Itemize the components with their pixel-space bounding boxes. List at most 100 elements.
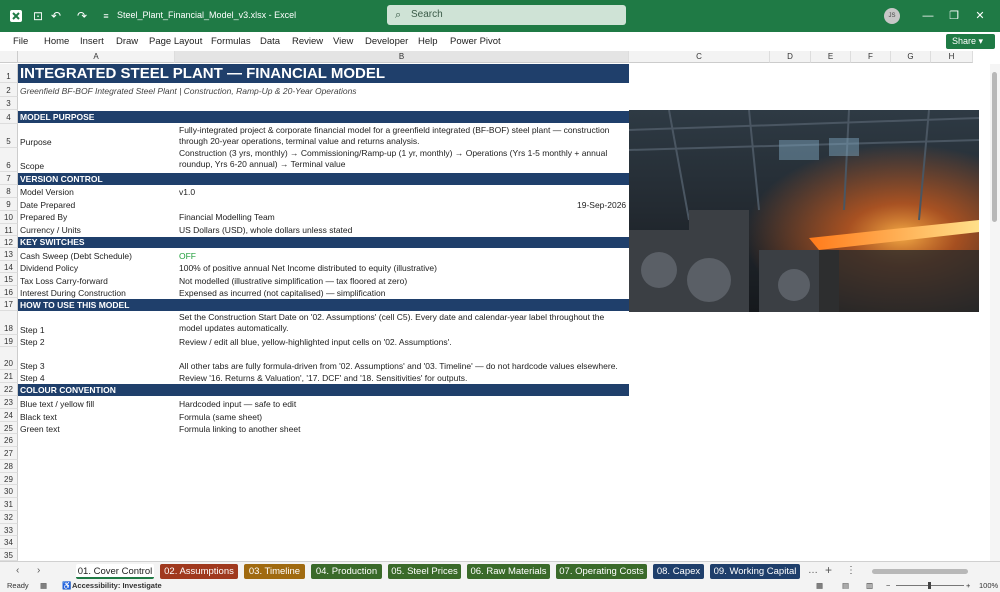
row-header[interactable]: 1 <box>0 64 18 83</box>
step2-text[interactable]: Review / edit all blue, yellow-highlight… <box>179 337 452 347</box>
row-header[interactable]: 34 <box>0 536 18 549</box>
row-header[interactable]: 35 <box>0 549 18 561</box>
row-header[interactable]: 16 <box>0 286 18 298</box>
avatar[interactable]: JS <box>884 8 900 24</box>
redo-icon[interactable]: ↷ <box>74 8 90 24</box>
column-header-c[interactable]: C <box>629 51 770 63</box>
accessibility-icon[interactable]: ♿ <box>62 581 71 590</box>
row-header[interactable]: 33 <box>0 524 18 536</box>
menu-file[interactable]: File <box>13 36 28 47</box>
date-label[interactable]: Date Prepared <box>20 200 75 210</box>
menu-help[interactable]: Help <box>418 36 438 47</box>
row-header[interactable]: 22 <box>0 383 18 396</box>
menu-review[interactable]: Review <box>292 36 323 47</box>
purpose-label[interactable]: Purpose <box>20 137 52 147</box>
vertical-scroll-thumb[interactable] <box>992 72 997 222</box>
column-header-b[interactable]: B <box>175 51 629 63</box>
row-header[interactable]: 14 <box>0 261 18 273</box>
zoom-level[interactable]: 100% <box>979 581 998 590</box>
column-header-a[interactable]: A <box>18 51 175 63</box>
currency-value[interactable]: US Dollars (USD), whole dollars unless s… <box>179 225 352 235</box>
purpose-text[interactable]: Fully-integrated project & corporate fin… <box>179 125 626 147</box>
row-header[interactable]: 21 <box>0 370 18 383</box>
row-header[interactable]: 25 <box>0 422 18 434</box>
customize-qat-icon[interactable]: ≡ <box>98 8 114 24</box>
dividend-label[interactable]: Dividend Policy <box>20 263 78 273</box>
scope-text[interactable]: Construction (3 yrs, monthly) → Commissi… <box>179 148 626 170</box>
tab-working-capital[interactable]: 09. Working Capital <box>710 564 800 579</box>
accessibility-status[interactable]: Accessibility: Investigate <box>72 581 162 590</box>
select-all-corner[interactable] <box>0 51 18 63</box>
column-header-d[interactable]: D <box>770 51 811 63</box>
scope-label[interactable]: Scope <box>20 161 44 171</box>
row-header[interactable]: 20 <box>0 347 18 370</box>
page-break-view-icon[interactable]: ▥ <box>866 581 873 590</box>
row-header[interactable]: 12 <box>0 236 18 248</box>
menu-draw[interactable]: Draw <box>116 36 138 47</box>
row-header[interactable]: 24 <box>0 409 18 422</box>
row-header[interactable]: 26 <box>0 434 18 447</box>
undo-icon[interactable]: ↶ <box>48 8 64 24</box>
step1-label[interactable]: Step 1 <box>20 325 45 335</box>
row-header[interactable]: 17 <box>0 298 18 311</box>
menu-insert[interactable]: Insert <box>80 36 104 47</box>
menu-view[interactable]: View <box>333 36 353 47</box>
zoom-in-icon[interactable]: + <box>966 581 970 590</box>
step3-text[interactable]: All other tabs are fully formula-driven … <box>179 361 618 371</box>
section-header-switches[interactable]: KEY SWITCHES <box>18 237 629 248</box>
row-header[interactable]: 5 <box>0 124 18 148</box>
blue-text-label[interactable]: Blue text / yellow fill <box>20 399 94 409</box>
search-box[interactable]: ⌕ Search <box>387 5 626 25</box>
column-header-h[interactable]: H <box>931 51 973 63</box>
currency-label[interactable]: Currency / Units <box>20 225 81 235</box>
restore-icon[interactable]: ❐ <box>946 8 962 24</box>
step3-label[interactable]: Step 3 <box>20 361 45 371</box>
row-header[interactable]: 11 <box>0 224 18 236</box>
row-header[interactable]: 7 <box>0 172 18 185</box>
tab-assumptions[interactable]: 02. Assumptions <box>160 564 238 579</box>
row-header[interactable]: 13 <box>0 248 18 261</box>
black-text-label[interactable]: Black text <box>20 412 57 422</box>
row-header[interactable]: 28 <box>0 460 18 473</box>
steel-mill-photo[interactable] <box>629 110 979 312</box>
row-header[interactable]: 23 <box>0 396 18 409</box>
row-header[interactable]: 29 <box>0 473 18 485</box>
menu-data[interactable]: Data <box>260 36 280 47</box>
section-header-how-to-use[interactable]: HOW TO USE THIS MODEL <box>18 299 629 311</box>
dividend-value[interactable]: 100% of positive annual Net Income distr… <box>179 263 437 273</box>
share-button[interactable]: Share ▾ <box>946 34 995 49</box>
date-value[interactable]: 19-Sep-2026 <box>577 200 626 210</box>
step4-text[interactable]: Review '16. Returns & Valuation', '17. D… <box>179 373 467 383</box>
section-header-colour[interactable]: COLOUR CONVENTION <box>18 384 629 396</box>
row-header[interactable]: 9 <box>0 198 18 211</box>
row-header[interactable]: 19 <box>0 335 18 347</box>
step4-label[interactable]: Step 4 <box>20 373 45 383</box>
version-label[interactable]: Model Version <box>20 187 74 197</box>
prepared-label[interactable]: Prepared By <box>20 212 67 222</box>
add-sheet-icon[interactable]: + <box>825 563 832 577</box>
tax-value[interactable]: Not modelled (illustrative simplificatio… <box>179 276 407 286</box>
row-header[interactable]: 2 <box>0 83 18 97</box>
menu-page-layout[interactable]: Page Layout <box>149 36 202 47</box>
tab-cover-control[interactable]: 01. Cover Control <box>76 564 154 579</box>
close-icon[interactable]: ✕ <box>972 8 988 24</box>
row-header[interactable]: 15 <box>0 273 18 286</box>
row-header[interactable]: 6 <box>0 148 18 172</box>
tab-scroll-left-icon[interactable]: ‹ <box>16 565 19 576</box>
row-header[interactable]: 32 <box>0 511 18 524</box>
black-text-value[interactable]: Formula (same sheet) <box>179 412 262 422</box>
green-text-label[interactable]: Green text <box>20 424 60 434</box>
column-header-g[interactable]: G <box>891 51 931 63</box>
tab-production[interactable]: 04. Production <box>311 564 382 579</box>
row-header[interactable]: 10 <box>0 211 18 224</box>
tab-operating-costs[interactable]: 07. Operating Costs <box>556 564 647 579</box>
sheet-subtitle[interactable]: Greenfield BF-BOF Integrated Steel Plant… <box>20 86 357 96</box>
normal-view-icon[interactable]: ▦ <box>816 581 823 590</box>
idc-value[interactable]: Expensed as incurred (not capitalised) —… <box>179 288 385 298</box>
horizontal-scroll-thumb[interactable] <box>872 569 968 574</box>
sheet-options-icon[interactable]: ⋮ <box>846 565 856 576</box>
menu-developer[interactable]: Developer <box>365 36 408 47</box>
row-header[interactable]: 31 <box>0 498 18 511</box>
row-header[interactable]: 3 <box>0 97 18 110</box>
menu-formulas[interactable]: Formulas <box>211 36 251 47</box>
